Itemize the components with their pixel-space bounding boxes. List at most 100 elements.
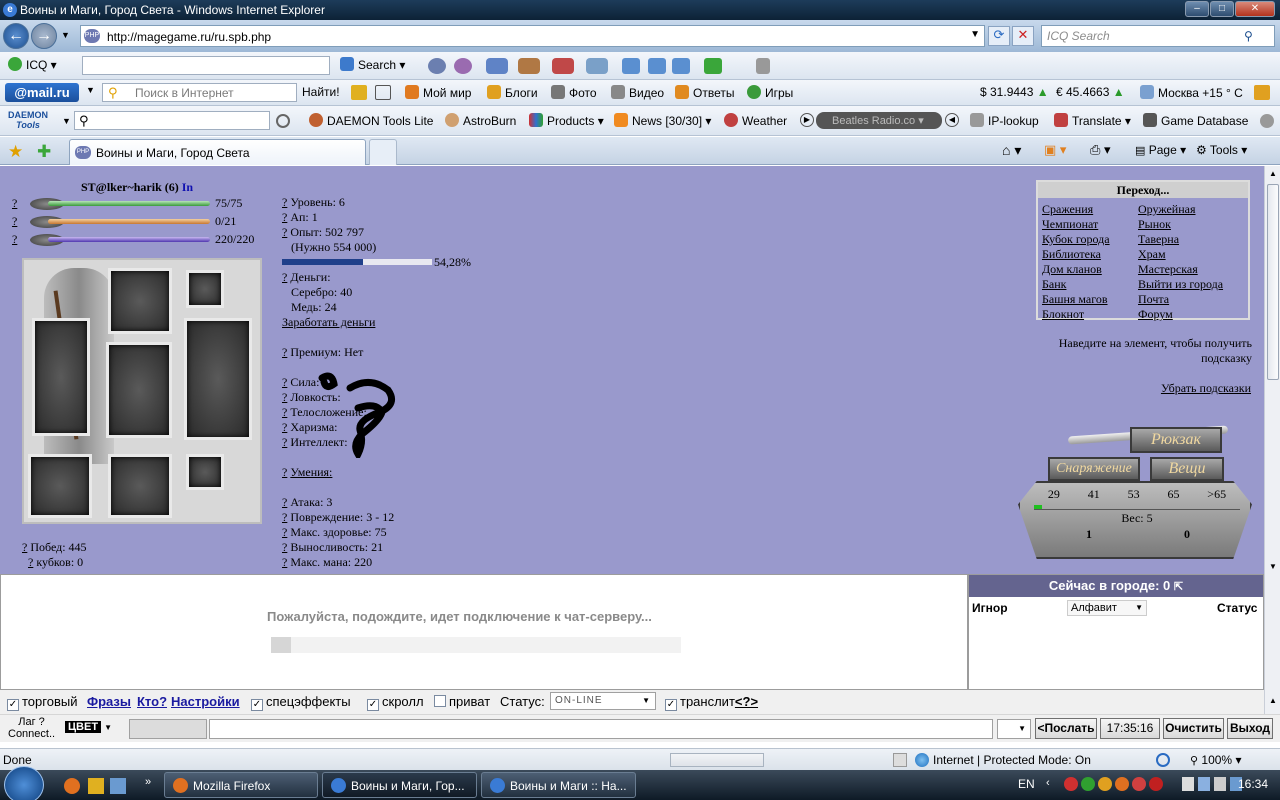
attack-help[interactable]: ? [282,495,287,509]
slot-helmet[interactable] [108,268,172,334]
scroll-option[interactable]: ✓ скролл [367,694,424,711]
mail-icon[interactable] [552,58,574,74]
radio-station-select[interactable]: Beatles Radio.co ▾ [816,112,942,129]
language-indicator[interactable]: EN [1018,777,1035,791]
recipient-input[interactable] [129,719,207,739]
frame-scrollbar[interactable]: ▲ [1264,574,1280,716]
translit-help-link[interactable]: <?> [735,694,758,709]
max-health-help[interactable]: ? [282,525,287,539]
globe-icon[interactable] [428,58,446,74]
forward-button[interactable]: → [31,23,57,49]
tray-expand-icon[interactable]: ‹ [1046,777,1050,789]
tools-icon[interactable] [1254,85,1270,100]
news-menu[interactable]: News [30/30] ▾ [614,113,711,128]
sort-select[interactable]: Алфавит ▼ [1067,600,1147,616]
weather-link[interactable]: Weather [724,113,787,128]
link-blogs[interactable]: Блоги [487,85,538,100]
task-ie-active[interactable]: Воины и Маги, Гор... [322,772,477,798]
earn-money-link[interactable]: Заработать деньги [282,315,394,330]
slot-armor[interactable] [106,342,172,438]
cups-help[interactable]: ? [28,555,33,569]
premium-help[interactable]: ? [282,345,287,359]
icq-toolbar-search-input[interactable] [82,56,330,75]
damage-help[interactable]: ? [282,510,287,524]
equipment-tab[interactable]: Снаряжение [1048,457,1140,481]
icq-search-button[interactable]: Search ▾ [340,57,405,72]
translit-checkbox[interactable]: ✓ [665,699,677,711]
scroll-up-icon[interactable]: ▲ [1269,696,1277,705]
history-dropdown-icon[interactable]: ▼ [61,30,70,40]
stop-icon[interactable]: ✕ [1012,26,1034,46]
character-name[interactable]: ST@lker~harik (6) In [81,180,193,195]
add-favorites-icon[interactable]: ✚ [37,142,51,162]
slot-shield[interactable] [184,318,252,440]
products-menu[interactable]: Products ▾ [529,113,604,128]
popout-icon[interactable]: ⇱ [1174,581,1183,593]
weather-widget[interactable]: Москва +15 ° C [1140,85,1243,100]
nav-link-market[interactable]: Рынок [1138,217,1171,232]
daemon-menu-chevron-icon[interactable]: ▼ [62,116,71,126]
private-checkbox[interactable] [434,695,446,707]
phrases-link[interactable]: Фразы [87,694,131,709]
contacts-icon[interactable] [518,58,540,74]
favorites-star-icon[interactable]: ★ [8,142,23,162]
print-icon[interactable]: ⎙ ▾ [1090,142,1111,158]
trade-option[interactable]: ✓ торговый [7,694,77,711]
nav-link-bank[interactable]: Банк [1042,277,1066,292]
link-games[interactable]: Игры [747,85,793,100]
games-icon[interactable] [586,58,608,74]
home-icon[interactable]: ⌂ ▾ [1002,142,1021,159]
nav-link-armory[interactable]: Оружейная [1138,202,1196,217]
zoom-settings-icon[interactable] [1156,753,1170,767]
skills-link[interactable]: Умения: [290,465,332,479]
effects-option[interactable]: ✓ спецэффекты [251,694,351,711]
search-go-icon[interactable] [276,114,290,128]
find-button[interactable]: Найти! [302,85,340,99]
strength-help[interactable]: ? [282,375,287,389]
nav-link-forum[interactable]: Форум [1138,307,1173,322]
color-select[interactable]: ЦВЕТ ▼ [65,721,121,737]
remove-hints-link[interactable]: Убрать подсказки [1100,381,1251,396]
max-mana-help[interactable]: ? [282,555,287,569]
history-select[interactable]: ▼ [997,719,1031,739]
agility-help[interactable]: ? [282,390,287,404]
scroll-up-icon[interactable]: ▲ [1269,169,1277,178]
refresh-icon[interactable]: ⟳ [988,26,1010,46]
astroburn-link[interactable]: AstroBurn [445,113,516,128]
radio-play-icon[interactable]: ▶ [800,113,814,127]
scroll-down-icon[interactable]: ▼ [1269,562,1277,571]
icq-tray-icon[interactable] [1081,777,1095,791]
address-input[interactable]: PHP http://magegame.ru/ru.spb.php ▼ [80,25,985,47]
skills-help[interactable]: ? [282,465,287,479]
page-menu[interactable]: ▤ Page ▾ [1135,143,1186,157]
page-icon[interactable] [375,85,391,100]
search-icon[interactable]: ⚲ [1244,29,1253,43]
quicklaunch-more-icon[interactable]: » [145,776,151,788]
nav-link-battles[interactable]: Сражения [1042,202,1093,217]
endurance-help[interactable]: ? [282,540,287,554]
user-search-icon[interactable] [672,58,690,74]
page-scrollbar[interactable]: ▲ ▼ [1264,166,1280,574]
who-link[interactable]: Кто? [137,694,167,709]
close-button[interactable]: ✕ [1235,1,1275,17]
nav-link-championship[interactable]: Чемпионат [1042,217,1098,232]
update-icon[interactable] [1115,777,1129,791]
maximize-button[interactable]: □ [1210,1,1234,17]
mailru-agent-icon[interactable] [1098,777,1112,791]
charisma-help[interactable]: ? [282,420,287,434]
translate-menu[interactable]: Translate ▾ [1054,113,1131,128]
ignore-column[interactable]: Игнор [972,601,1008,615]
nav-link-temple[interactable]: Храм [1138,247,1166,262]
settings-icon[interactable] [756,58,770,74]
scrollbar-thumb[interactable] [1267,184,1279,380]
nav-link-mage-tower[interactable]: Башня магов [1042,292,1108,307]
translit-option[interactable]: ✓ транслит<?> [665,694,758,711]
minimize-button[interactable]: – [1185,1,1209,17]
nav-link-exit-city[interactable]: Выйти из города [1138,277,1223,292]
daemon-search-input[interactable]: ⚲ [74,111,270,130]
slot-amulet[interactable] [186,270,224,308]
settings-link[interactable]: Настройки [171,694,240,709]
tab-active[interactable]: PHP Воины и Маги, Город Света [69,139,366,165]
radio-volume-icon[interactable]: ◀ [945,113,959,127]
nav-link-library[interactable]: Библиотека [1042,247,1101,262]
